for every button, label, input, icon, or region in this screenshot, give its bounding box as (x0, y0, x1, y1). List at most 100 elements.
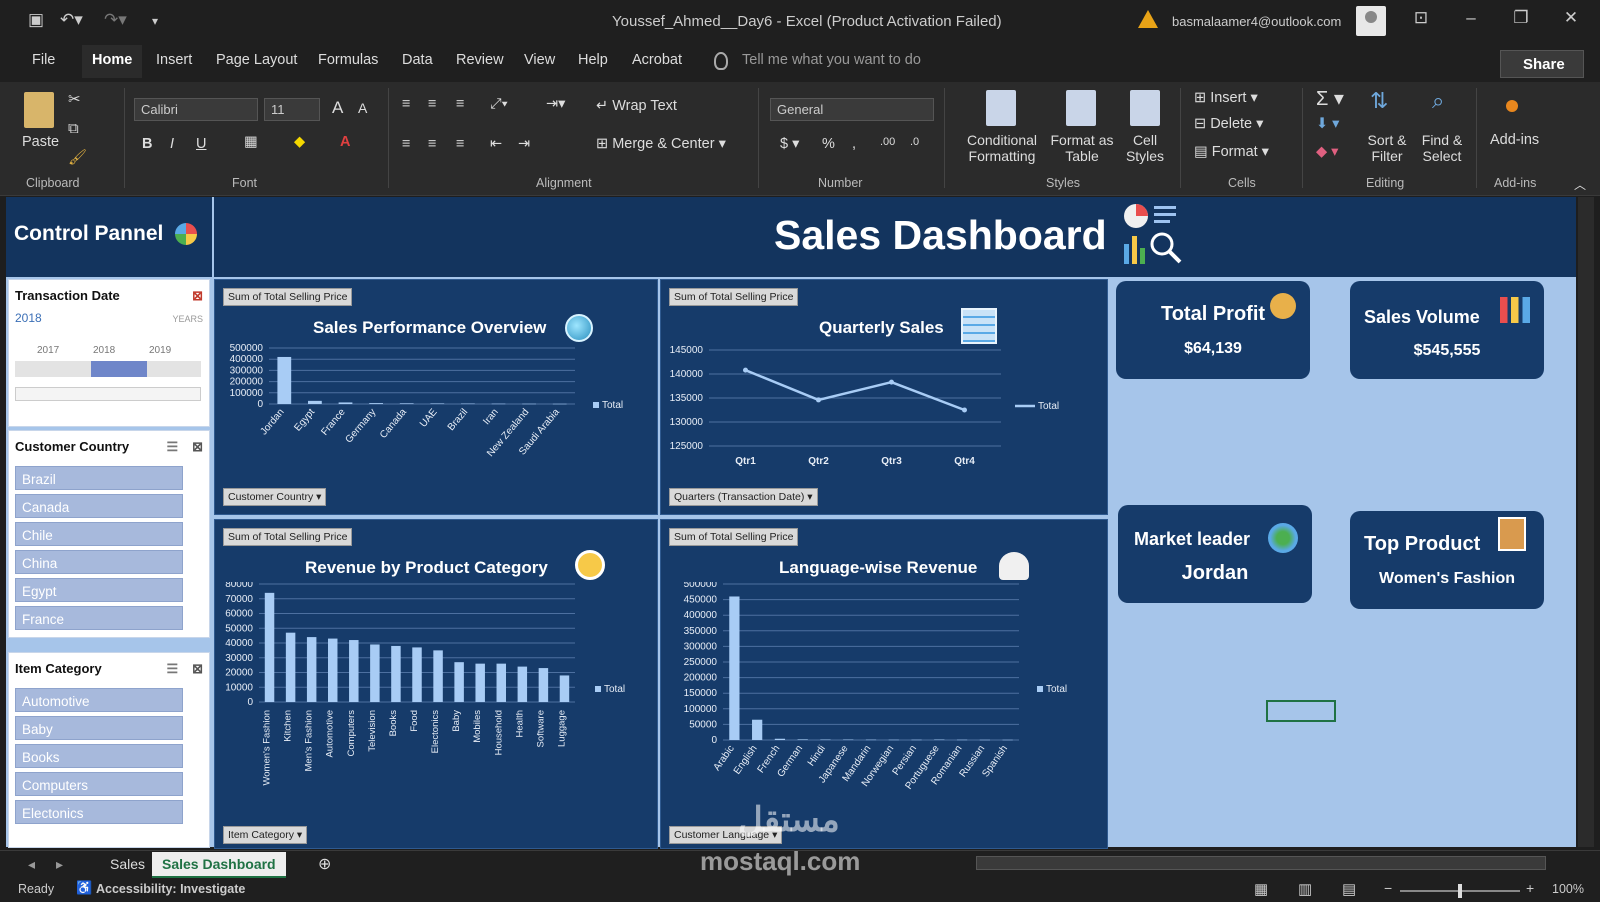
scroll-tabs-left-icon[interactable]: ◂ (18, 852, 45, 877)
slicer-item[interactable]: Automotive (15, 688, 183, 712)
align-left-icon[interactable]: ≡ (402, 136, 410, 152)
slicer-item-category[interactable]: Item Category ⊠ ☰ Automotive Baby Books … (8, 652, 210, 848)
slicer-customer-country[interactable]: Customer Country ⊠ ☰ Brazil Canada Chile… (8, 430, 210, 638)
font-color-icon[interactable]: A (340, 134, 350, 150)
number-format-select[interactable]: General (770, 98, 934, 121)
rtl-icon[interactable]: ⇥▾ (546, 96, 565, 112)
zoom-slider-thumb[interactable] (1458, 884, 1462, 898)
save-icon[interactable]: ▣ (28, 10, 44, 30)
addins-icon[interactable] (1506, 100, 1518, 112)
conditional-formatting-button[interactable]: Conditional Formatting (952, 132, 1052, 164)
tab-home[interactable]: Home (82, 45, 143, 78)
selected-cell[interactable] (1266, 700, 1336, 722)
find-select-button[interactable]: Find & Select (1416, 132, 1468, 164)
tab-acrobat[interactable]: Acrobat (632, 52, 682, 68)
slicer-item[interactable]: Brazil (15, 466, 183, 490)
add-sheet-icon[interactable]: ⊕ (308, 850, 341, 878)
wrap-text-button[interactable]: ↵ Wrap Text (596, 98, 677, 114)
page-layout-view-icon[interactable]: ▥ (1298, 880, 1312, 898)
tab-help[interactable]: Help (578, 52, 608, 68)
format-cells-button[interactable]: ▤ Format ▾ (1194, 144, 1269, 160)
align-center-icon[interactable]: ≡ (428, 136, 436, 152)
tab-data[interactable]: Data (402, 52, 433, 68)
close-icon[interactable]: ✕ (1556, 8, 1586, 28)
vertical-scrollbar[interactable] (1578, 197, 1594, 847)
tab-insert[interactable]: Insert (156, 52, 192, 68)
percent-icon[interactable]: % (822, 136, 835, 152)
tab-page-layout[interactable]: Page Layout (216, 52, 297, 68)
sheet-tab-sales-dashboard[interactable]: Sales Dashboard (152, 852, 286, 879)
timeline-year[interactable]: 2019 (149, 345, 171, 356)
slicer-item[interactable]: Computers (15, 772, 183, 796)
warning-icon[interactable] (1138, 10, 1158, 28)
merge-center-button[interactable]: ⊞ Merge & Center ▾ (596, 136, 726, 152)
customize-qat-icon[interactable]: ▾ (152, 14, 158, 28)
slicer-item[interactable]: Baby (15, 716, 183, 740)
increase-indent-icon[interactable]: ⇥ (518, 136, 530, 152)
sheet-tab-sales[interactable]: Sales (100, 852, 155, 876)
timeline-year[interactable]: 2018 (93, 345, 115, 356)
clear-filter-icon[interactable]: ⊠ (192, 661, 203, 677)
clear-filter-icon[interactable]: ⊠ (192, 439, 203, 455)
orientation-icon[interactable]: ⤢▾ (490, 96, 508, 112)
fill-color-icon[interactable]: ◆ (294, 134, 305, 150)
timeline-level-select[interactable]: YEARS (172, 311, 203, 324)
chart-plot[interactable]: 5000004000003000002000001000000Jordan Egy… (215, 342, 659, 492)
cell-styles-button[interactable]: Cell Styles (1118, 132, 1172, 164)
cell-styles-icon[interactable] (1130, 90, 1160, 126)
timeline-year[interactable]: 2017 (37, 345, 59, 356)
redo-icon[interactable]: ↷▾ (104, 10, 127, 30)
font-size-select[interactable]: 11 (264, 98, 320, 121)
format-painter-icon[interactable]: 🖌 (68, 148, 87, 166)
pivot-filter-button[interactable]: Customer Country ▾ (223, 488, 327, 506)
slicer-item[interactable]: Chile (15, 522, 183, 546)
chart-plot[interactable]: 5000004500004000003500003000002500002000… (661, 582, 1109, 820)
avatar[interactable] (1356, 6, 1386, 36)
align-bottom-icon[interactable]: ≡ (456, 96, 464, 112)
format-as-table-button[interactable]: Format as Table (1044, 132, 1120, 164)
chart-plot[interactable]: 145000 140000 135000 130000 125000 Qtr1 Qtr2 Qt… (661, 342, 1109, 482)
slicer-item[interactable]: Egypt (15, 578, 183, 602)
paste-icon[interactable] (24, 92, 54, 128)
align-top-icon[interactable]: ≡ (402, 96, 410, 112)
clear-filter-icon[interactable]: ⊠ (192, 288, 203, 304)
fill-icon[interactable]: ⬇ ▾ (1316, 116, 1339, 132)
cut-icon[interactable]: ✂ (68, 90, 81, 108)
italic-icon[interactable]: I (170, 136, 174, 152)
minimize-icon[interactable]: – (1456, 8, 1486, 28)
tab-formulas[interactable]: Formulas (318, 52, 378, 68)
slicer-item[interactable]: Books (15, 744, 183, 768)
collapse-ribbon-icon[interactable]: ︿ (1574, 176, 1586, 193)
bold-icon[interactable]: B (142, 136, 152, 152)
pivot-filter-button[interactable]: Item Category ▾ (223, 826, 308, 844)
pivot-field-tag[interactable]: Sum of Total Selling Price (669, 528, 799, 546)
slicer-item[interactable]: France (15, 606, 183, 630)
timeline-transaction-date[interactable]: Transaction Date ⊠ 2018 YEARS 2017 2018 … (8, 279, 210, 427)
zoom-in-icon[interactable]: + (1526, 880, 1534, 896)
find-select-icon[interactable]: ⌕ (1432, 88, 1444, 114)
zoom-level[interactable]: 100% (1552, 882, 1584, 896)
pivot-field-tag[interactable]: Sum of Total Selling Price (223, 528, 353, 546)
horizontal-scrollbar[interactable] (976, 856, 1546, 870)
pivot-field-tag[interactable]: Sum of Total Selling Price (669, 288, 799, 306)
comma-icon[interactable]: , (852, 136, 856, 152)
font-name-select[interactable]: Calibri (134, 98, 258, 121)
zoom-out-icon[interactable]: − (1384, 880, 1392, 896)
copy-icon[interactable]: ⧉ (68, 120, 79, 137)
accessibility-status[interactable]: Accessibility: Investigate (96, 882, 245, 896)
insert-cells-button[interactable]: ⊞ Insert ▾ (1194, 90, 1258, 106)
share-button[interactable]: Share (1500, 50, 1584, 78)
decrease-font-icon[interactable]: A (358, 100, 367, 116)
decrease-indent-icon[interactable]: ⇤ (490, 136, 502, 152)
pivot-filter-button[interactable]: Quarters (Transaction Date) ▾ (669, 488, 818, 506)
maximize-icon[interactable]: ❐ (1506, 8, 1536, 28)
chart-plot[interactable]: 80000 70000 60000 50000 40000 30000 20000 10000… (215, 582, 659, 820)
tab-view[interactable]: View (524, 52, 555, 68)
slicer-item[interactable]: Electonics (15, 800, 183, 824)
delete-cells-button[interactable]: ⊟ Delete ▾ (1194, 116, 1263, 132)
pivot-field-tag[interactable]: Sum of Total Selling Price (223, 288, 353, 306)
slicer-item[interactable]: Canada (15, 494, 183, 518)
autosum-icon[interactable]: Σ ▾ (1316, 86, 1344, 111)
accessibility-icon[interactable]: ♿ (76, 880, 92, 896)
increase-decimal-icon[interactable]: .00 (880, 136, 895, 148)
